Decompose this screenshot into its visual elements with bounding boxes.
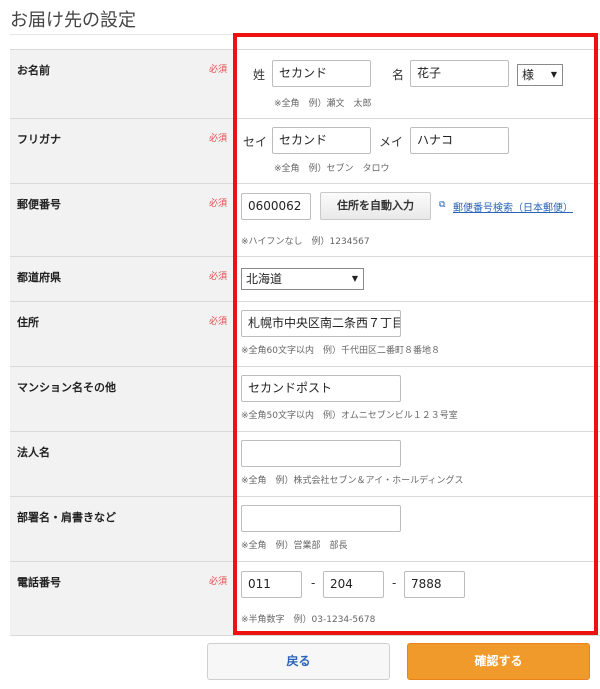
phone-note: ※半角数字 例）03-1234-5678: [241, 615, 376, 625]
phone-separator: -: [392, 576, 397, 590]
phone-prefix-input[interactable]: 204: [323, 571, 384, 598]
department-input[interactable]: [241, 505, 401, 532]
field-label-address: 住所: [17, 316, 39, 329]
phone-separator: -: [311, 576, 316, 590]
row-prefecture: 都道府県 必須 北海道 ▼: [10, 257, 600, 302]
label-cell: 部署名・肩書きなど: [10, 497, 235, 561]
required-badge: 必須: [208, 272, 227, 282]
last-name-kana-input[interactable]: セカンド: [272, 127, 371, 154]
label-cell: フリガナ 必須: [10, 119, 235, 183]
honorific-select[interactable]: 様 ▼: [517, 64, 563, 86]
row-address: 住所 必須 札幌市中央区南二条西７丁目 ※全角60文字以内 例）千代田区二番町８…: [10, 302, 600, 367]
required-badge: 必須: [208, 577, 227, 587]
confirm-button[interactable]: 確認する: [407, 643, 590, 680]
sei-label: 姓: [253, 68, 266, 82]
page-title: お届け先の設定: [10, 10, 136, 31]
label-cell: 電話番号 必須: [10, 562, 235, 635]
field-content: セカンドポスト ※全角50文字以内 例）オムニセブンビル１２３号室: [241, 367, 600, 431]
mei-kana-label: メイ: [379, 135, 404, 149]
row-phone: 電話番号 必須 011 - 204 - 7888 ※半角数字 例）03-1234…: [10, 562, 600, 636]
field-label-prefecture: 都道府県: [17, 271, 61, 284]
address-form: お名前 必須 姓 セカンド 名 花子 様 ▼ ※全角 例）瀬文 太郎 フリガナ …: [10, 49, 600, 636]
field-content: 0600062 住所を自動入力 ⧉ 郵便番号検索（日本郵便） ※ハイフンなし 例…: [241, 184, 600, 256]
label-cell: お名前 必須: [10, 50, 235, 118]
field-content: ※全角 例）株式会社セブン＆アイ・ホールディングス: [241, 432, 600, 496]
field-content: 011 - 204 - 7888 ※半角数字 例）03-1234-5678: [241, 562, 600, 635]
field-label-department: 部署名・肩書きなど: [17, 511, 116, 524]
field-label-building: マンション名その他: [17, 381, 116, 394]
address-input[interactable]: 札幌市中央区南二条西７丁目: [241, 310, 401, 337]
row-building: マンション名その他 セカンドポスト ※全角50文字以内 例）オムニセブンビル１２…: [10, 367, 600, 432]
company-input[interactable]: [241, 440, 401, 467]
triangle-down-icon: ▼: [351, 274, 358, 283]
row-postal: 郵便番号 必須 0600062 住所を自動入力 ⧉ 郵便番号検索（日本郵便） ※…: [10, 184, 600, 257]
first-name-input[interactable]: 花子: [410, 60, 509, 87]
address-note: ※全角60文字以内 例）千代田区二番町８番地８: [241, 346, 440, 356]
field-label-postal: 郵便番号: [17, 198, 61, 211]
label-cell: 郵便番号 必須: [10, 184, 235, 256]
department-note: ※全角 例）営業部 部長: [241, 541, 348, 551]
field-content: ※全角 例）営業部 部長: [241, 497, 600, 561]
honorific-value: 様: [522, 68, 535, 82]
field-label-name: お名前: [17, 64, 50, 77]
name-note: ※全角 例）瀬文 太郎: [274, 99, 372, 109]
window-link-icon: ⧉: [439, 200, 446, 210]
back-button[interactable]: 戻る: [207, 643, 390, 680]
field-content: 姓 セカンド 名 花子 様 ▼ ※全角 例）瀬文 太郎: [241, 50, 600, 118]
required-badge: 必須: [208, 199, 227, 209]
postal-code-input[interactable]: 0600062: [241, 193, 311, 220]
label-cell: 都道府県 必須: [10, 257, 235, 301]
row-kana: フリガナ 必須 セイ セカンド メイ ハナコ ※全角 例）セブン タロウ: [10, 119, 600, 184]
required-badge: 必須: [208, 65, 227, 75]
prefecture-select[interactable]: 北海道 ▼: [241, 268, 364, 290]
postal-note: ※ハイフンなし 例）1234567: [241, 237, 370, 247]
first-name-kana-input[interactable]: ハナコ: [410, 127, 509, 154]
company-note: ※全角 例）株式会社セブン＆アイ・ホールディングス: [241, 476, 464, 486]
kana-note: ※全角 例）セブン タロウ: [274, 164, 390, 174]
field-content: 札幌市中央区南二条西７丁目 ※全角60文字以内 例）千代田区二番町８番地８: [241, 302, 600, 366]
label-cell: 住所 必須: [10, 302, 235, 366]
required-badge: 必須: [208, 134, 227, 144]
triangle-down-icon: ▼: [550, 70, 557, 79]
mei-label: 名: [392, 68, 405, 82]
label-cell: 法人名: [10, 432, 235, 496]
last-name-input[interactable]: セカンド: [272, 60, 371, 87]
building-input[interactable]: セカンドポスト: [241, 375, 401, 402]
auto-fill-address-button[interactable]: 住所を自動入力: [320, 192, 431, 220]
required-badge: 必須: [208, 317, 227, 327]
field-label-kana: フリガナ: [17, 133, 61, 146]
field-content: 北海道 ▼: [241, 257, 600, 301]
row-company: 法人名 ※全角 例）株式会社セブン＆アイ・ホールディングス: [10, 432, 600, 497]
field-content: セイ セカンド メイ ハナコ ※全角 例）セブン タロウ: [241, 119, 600, 183]
row-department: 部署名・肩書きなど ※全角 例）営業部 部長: [10, 497, 600, 562]
sei-kana-label: セイ: [243, 135, 268, 149]
prefecture-value: 北海道: [246, 272, 283, 286]
title-divider: [10, 34, 600, 35]
building-note: ※全角50文字以内 例）オムニセブンビル１２３号室: [241, 411, 458, 421]
label-cell: マンション名その他: [10, 367, 235, 431]
postal-search-link[interactable]: 郵便番号検索（日本郵便）: [453, 199, 573, 214]
phone-line-input[interactable]: 7888: [404, 571, 465, 598]
row-name: お名前 必須 姓 セカンド 名 花子 様 ▼ ※全角 例）瀬文 太郎: [10, 50, 600, 119]
phone-area-input[interactable]: 011: [241, 571, 302, 598]
field-label-phone: 電話番号: [17, 576, 61, 589]
field-label-company: 法人名: [17, 446, 50, 459]
